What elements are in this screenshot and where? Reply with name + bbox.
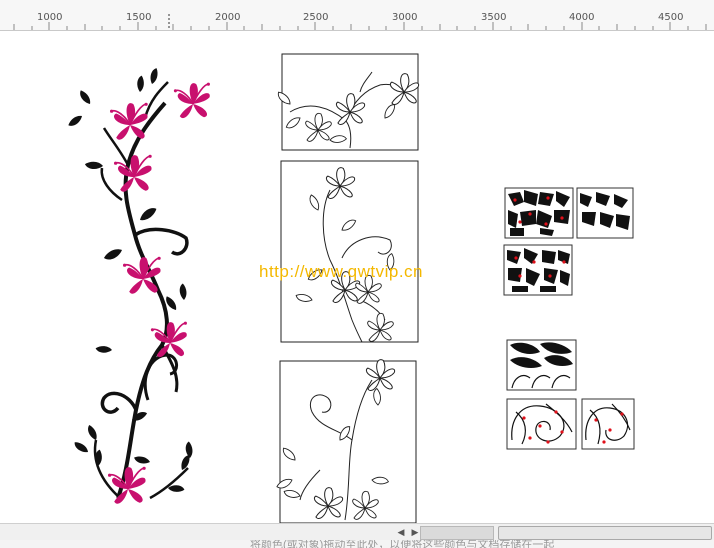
- flower-vine-color[interactable]: [66, 67, 211, 505]
- ruler-label: 2500: [303, 12, 329, 23]
- ruler-label: 4500: [658, 12, 684, 23]
- swirl-pattern-tiles[interactable]: [506, 339, 635, 450]
- outline-panel-top[interactable]: [276, 53, 420, 151]
- scroll-track[interactable]: [420, 526, 494, 540]
- drawing-canvas[interactable]: http://www.qwtvip.cn: [0, 31, 714, 523]
- leaf-pattern-tiles[interactable]: [503, 187, 634, 296]
- ruler-label: 3000: [392, 12, 418, 23]
- ruler-ticks: [13, 14, 707, 30]
- ruler-label: 1500: [126, 12, 152, 23]
- outline-panel-middle[interactable]: [280, 160, 419, 343]
- watermark-text: http://www.qwtvip.cn: [259, 262, 424, 281]
- ruler-label: 2000: [215, 12, 241, 23]
- horizontal-ruler[interactable]: 1000 1500 2000 2500 3000 3500 4000 4500: [0, 0, 714, 31]
- scroll-left-icon[interactable]: ◀: [394, 525, 408, 539]
- status-text: 将颜色(或对象)拖动至此处，以便将这些颜色与文档存储在一起: [250, 540, 555, 548]
- outline-panel-bottom[interactable]: [275, 359, 417, 523]
- ruler-label: 3500: [481, 12, 507, 23]
- ruler-label: 4000: [569, 12, 595, 23]
- ruler-label: 1000: [37, 12, 63, 23]
- scroll-thumb[interactable]: [498, 526, 712, 540]
- horizontal-scrollbar[interactable]: ◀ ▶: [0, 523, 714, 541]
- color-docker-hint: 将颜色(或对象)拖动至此处，以便将这些颜色与文档存储在一起: [0, 540, 714, 548]
